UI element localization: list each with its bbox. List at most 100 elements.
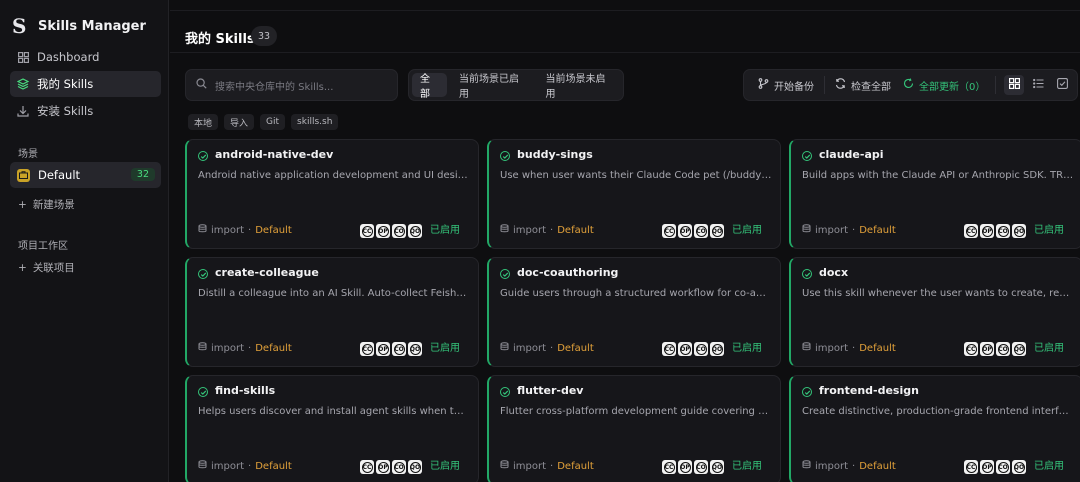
skill-card[interactable]: flutter-dev Flutter cross-platform devel… — [487, 375, 781, 482]
filter-tab-all[interactable]: 全部 — [412, 73, 447, 100]
check-all-button[interactable]: 检查全部 — [829, 73, 897, 97]
skill-status[interactable]: 已启用 — [1034, 221, 1064, 236]
compat-badge: CO — [694, 460, 708, 474]
sidebar-item-dashboard[interactable]: Dashboard — [10, 44, 161, 70]
compat-badge-label: QO — [409, 225, 421, 237]
skill-title: buddy-sings — [517, 148, 593, 161]
skill-card[interactable]: find-skills Helps users discover and ins… — [185, 375, 479, 482]
skill-meta: import · Default — [198, 224, 292, 236]
chip-local[interactable]: 本地 — [188, 114, 219, 130]
skill-description: Distill a colleague into an AI Skill. Au… — [198, 288, 470, 299]
compat-badge-label: OP — [679, 225, 691, 237]
chip-import[interactable]: 导入 — [224, 114, 255, 130]
sidebar-item-label: 我的 Skills — [37, 77, 94, 91]
check-circle-icon — [500, 387, 510, 397]
database-icon — [500, 224, 509, 236]
compat-badge: OP — [376, 460, 390, 474]
skill-status[interactable]: 已启用 — [1034, 339, 1064, 354]
skill-meta: import · Default — [802, 224, 896, 236]
compat-badge: CC — [360, 460, 374, 474]
meta-separator: · — [550, 342, 554, 354]
compat-badge: CO — [392, 460, 406, 474]
compat-badge: CO — [392, 342, 406, 356]
skill-meta: import · Default — [802, 342, 896, 354]
compat-badge: CC — [360, 224, 374, 238]
new-scene-button[interactable]: + 新建场景 — [18, 197, 75, 212]
plus-icon: + — [18, 261, 27, 274]
compat-badge-label: CC — [663, 461, 675, 473]
compat-badge-label: QO — [409, 343, 421, 355]
skill-card[interactable]: docx Use this skill whenever the user wa… — [789, 257, 1080, 367]
skill-card[interactable]: doc-coauthoring Guide users through a st… — [487, 257, 781, 367]
check-circle-icon — [198, 151, 208, 161]
search-input[interactable]: 搜索中央仓库中的 Skills... — [185, 69, 398, 101]
top-divider — [170, 10, 1080, 11]
skill-scene: Default — [859, 342, 896, 354]
skill-status[interactable]: 已启用 — [732, 457, 762, 472]
filter-tab-disabled[interactable]: 当前场景未启用 — [538, 73, 621, 100]
compat-badge: QO — [710, 460, 724, 474]
toolbar-separator — [995, 76, 997, 94]
compat-badge-label: OP — [377, 461, 389, 473]
sidebar-item-my-skills[interactable]: 我的 Skills — [10, 71, 161, 97]
sidebar-item-install-skills[interactable]: 安装 Skills — [10, 98, 161, 124]
check-circle-icon — [198, 269, 208, 279]
compat-badge: CO — [996, 460, 1010, 474]
skill-source: import — [815, 342, 849, 354]
grid-view-button[interactable] — [1004, 75, 1025, 95]
source-chips: 本地 导入 Git skills.sh — [188, 114, 339, 130]
update-all-button[interactable]: 全部更新（0） — [897, 73, 991, 97]
compat-badge: CO — [392, 224, 406, 238]
meta-separator: · — [550, 224, 554, 236]
new-scene-label: 新建场景 — [32, 199, 75, 211]
filter-tab-enabled[interactable]: 当前场景已启用 — [451, 73, 534, 100]
skill-meta: import · Default — [500, 460, 594, 472]
backup-button[interactable]: 开始备份 — [752, 73, 820, 97]
skill-status[interactable]: 已启用 — [732, 221, 762, 236]
chip-skills-sh[interactable]: skills.sh — [291, 114, 339, 130]
compat-badge-label: CC — [965, 225, 977, 237]
chip-git[interactable]: Git — [260, 114, 286, 130]
database-icon — [802, 460, 811, 472]
plus-icon: + — [18, 198, 27, 211]
list-view-icon — [1032, 78, 1044, 92]
grid-view-icon — [1008, 78, 1020, 92]
skill-scene: Default — [255, 460, 292, 472]
select-mode-button[interactable] — [1052, 75, 1072, 95]
skill-source: import — [815, 224, 849, 236]
skill-status[interactable]: 已启用 — [732, 339, 762, 354]
link-project-button[interactable]: + 关联项目 — [18, 260, 75, 275]
main-content: 我的 Skills 33 搜索中央仓库中的 Skills... 全部 当前场景已… — [170, 0, 1080, 482]
skill-card[interactable]: android-native-dev Android native applic… — [185, 139, 479, 249]
skill-card[interactable]: create-colleague Distill a colleague int… — [185, 257, 479, 367]
list-view-button[interactable] — [1028, 75, 1048, 95]
skill-status[interactable]: 已启用 — [1034, 457, 1064, 472]
skill-card[interactable]: claude-api Build apps with the Claude AP… — [789, 139, 1080, 249]
compat-badges: CC OP CO QO — [360, 460, 422, 474]
compat-badge-label: CO — [393, 225, 405, 237]
compat-badge-label: QO — [1013, 343, 1025, 355]
skill-status[interactable]: 已启用 — [430, 457, 460, 472]
check-circle-icon — [500, 151, 510, 161]
compat-badge: QO — [710, 224, 724, 238]
brand[interactable]: S Skills Manager — [12, 16, 146, 36]
compat-badge: CO — [996, 342, 1010, 356]
compat-badge: OP — [678, 342, 692, 356]
scene-item-default[interactable]: Default 32 — [10, 162, 161, 188]
compat-badges: CC OP CO QO — [360, 342, 422, 356]
compat-badge: OP — [376, 342, 390, 356]
skill-title: android-native-dev — [215, 148, 334, 161]
skill-source: import — [513, 224, 547, 236]
search-icon — [196, 78, 207, 92]
skill-status[interactable]: 已启用 — [430, 221, 460, 236]
compat-badge: QO — [710, 342, 724, 356]
refresh-icon — [835, 78, 846, 92]
skill-card[interactable]: buddy-sings Use when user wants their Cl… — [487, 139, 781, 249]
meta-separator: · — [248, 224, 252, 236]
compat-badges: CC OP CO QO — [662, 460, 724, 474]
check-circle-icon — [802, 387, 812, 397]
backup-label: 开始备份 — [774, 81, 814, 93]
skill-status[interactable]: 已启用 — [430, 339, 460, 354]
skill-card[interactable]: frontend-design Create distinctive, prod… — [789, 375, 1080, 482]
compat-badge: CC — [360, 342, 374, 356]
